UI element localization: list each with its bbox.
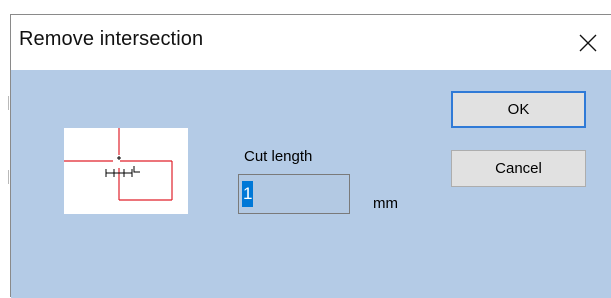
- close-button[interactable]: [565, 15, 611, 70]
- cancel-button[interactable]: Cancel: [451, 150, 586, 187]
- remove-intersection-dialog: Remove intersection Cut length 1 mm OK C…: [10, 14, 611, 298]
- dialog-title: Remove intersection: [19, 28, 204, 50]
- edge-tick: [8, 96, 9, 110]
- cut-length-label: Cut length: [244, 148, 313, 165]
- cut-length-input[interactable]: 1: [238, 174, 350, 214]
- cut-length-value[interactable]: 1: [242, 181, 254, 207]
- title-bar: Remove intersection: [11, 15, 611, 70]
- intersection-preview-icon: [64, 128, 173, 201]
- background-window-edge: [0, 0, 10, 297]
- dialog-body: Cut length 1 mm OK Cancel: [11, 70, 611, 298]
- edge-tick: [8, 170, 9, 184]
- ok-button[interactable]: OK: [451, 91, 586, 128]
- screen: Remove intersection Cut length 1 mm OK C…: [0, 0, 611, 298]
- unit-label: mm: [373, 195, 398, 212]
- intersection-preview: [64, 128, 188, 214]
- close-icon: [579, 34, 597, 51]
